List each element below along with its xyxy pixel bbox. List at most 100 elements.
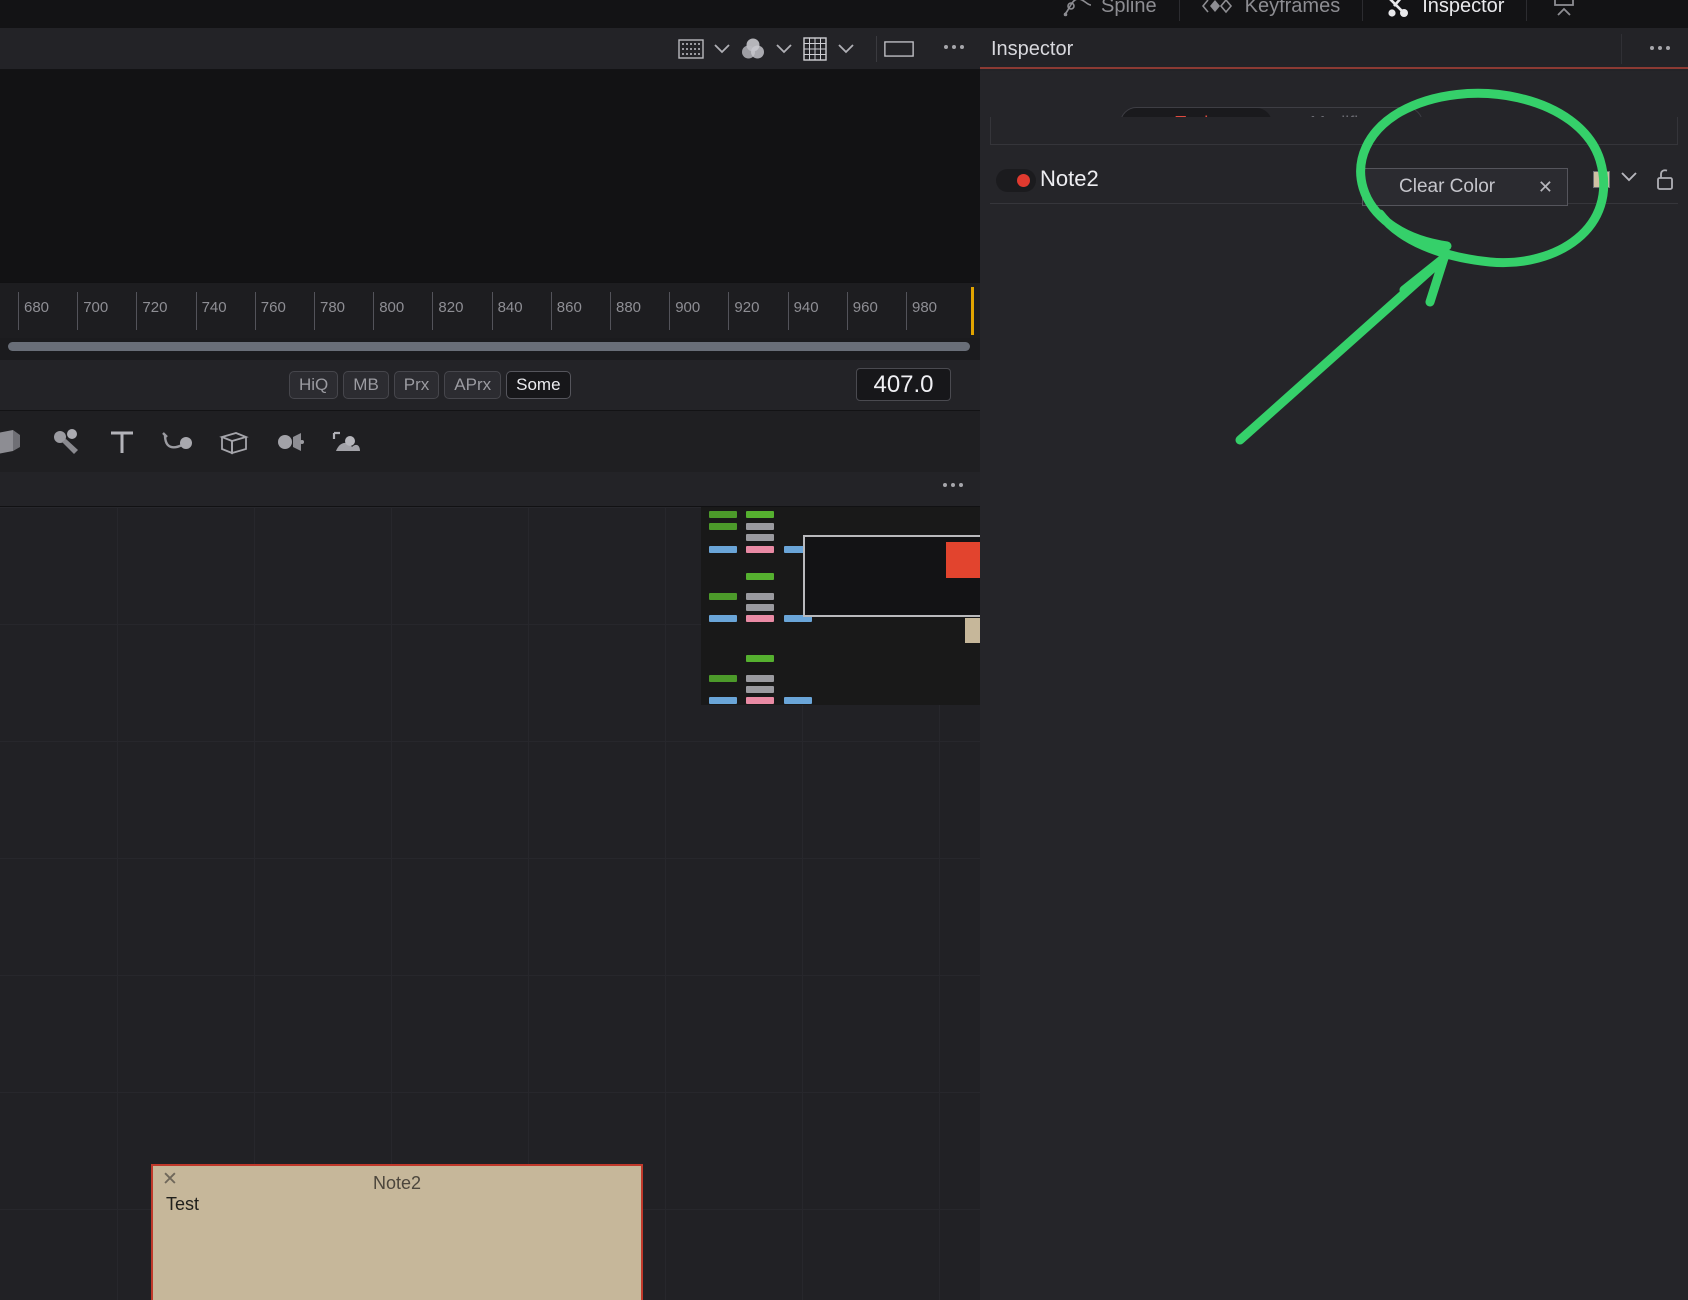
minimap-selection-marker — [946, 542, 980, 578]
ruler-tick-label: 980 — [912, 299, 938, 316]
playhead[interactable] — [971, 287, 974, 335]
nav-item-spline[interactable]: Spline — [1040, 0, 1179, 28]
transform-3d-tool-icon[interactable] — [206, 419, 262, 465]
minimap-node — [709, 511, 737, 518]
keyframes-icon — [1201, 0, 1236, 16]
quality-button-aprx[interactable]: APrx — [444, 371, 502, 399]
page-nav-bar: Spline Keyframes Inspector — [0, 0, 1688, 28]
timeline-scrollbar-thumb[interactable] — [8, 342, 970, 351]
quality-button-hiq[interactable]: HiQ — [289, 371, 339, 399]
chevron-down-icon[interactable] — [712, 36, 732, 62]
minimap-node — [746, 615, 774, 622]
ruler-tick-label: 880 — [616, 299, 642, 316]
graph-gridline — [117, 507, 118, 1300]
ruler-tick — [77, 292, 79, 330]
sticky-note-node[interactable]: ✕ Note2 Test — [151, 1164, 643, 1300]
page-nav-items: Spline Keyframes Inspector — [1040, 0, 1601, 28]
minimap-node — [746, 523, 774, 530]
background-tool-icon[interactable] — [0, 419, 38, 465]
ruler-tick-label: 780 — [320, 299, 346, 316]
minimap-node — [746, 686, 774, 693]
ruler-tick-label: 920 — [734, 299, 760, 316]
node-graph-canvas[interactable]: ✕ Note2 Test — [0, 507, 980, 1300]
ruler-tick — [846, 292, 848, 330]
inspector-body: Tools Modifiers Note2 — [980, 71, 1688, 1300]
panel-collapse-icon — [1549, 0, 1579, 18]
minimap-node — [746, 511, 774, 518]
current-frame-field[interactable]: 407.0 — [856, 368, 951, 401]
sticky-note-body[interactable]: Test — [166, 1194, 633, 1215]
grid-icon[interactable] — [800, 36, 830, 62]
clear-color-tooltip[interactable]: Clear Color ✕ — [1362, 168, 1568, 206]
minimap-node — [746, 546, 774, 553]
ruler-tick — [195, 292, 197, 330]
more-options-icon[interactable] — [1650, 46, 1670, 50]
quality-button-some[interactable]: Some — [506, 371, 571, 399]
paint-tool-icon[interactable] — [38, 419, 94, 465]
spline-icon — [1062, 0, 1092, 17]
ruler-tick-label: 940 — [793, 299, 819, 316]
fusion-page: Spline Keyframes Inspector 680 700 720 7… — [0, 0, 1688, 1300]
minimap-node — [746, 534, 774, 541]
nav-item-inspector-label: Inspector — [1422, 0, 1505, 17]
ruler-tick — [491, 292, 493, 330]
graph-gridline — [0, 858, 980, 859]
more-options-icon[interactable] — [944, 45, 964, 49]
color-wheel-icon[interactable] — [738, 36, 768, 62]
text-tool-icon[interactable] — [94, 419, 150, 465]
tool-header-row: Note2 — [980, 159, 1688, 204]
timeline-scrollbar-track[interactable] — [0, 338, 980, 360]
tool-control-region[interactable] — [990, 117, 1678, 145]
minimap-node — [709, 675, 737, 682]
close-icon[interactable]: ✕ — [1538, 177, 1553, 198]
ruler-tick — [373, 292, 375, 330]
quality-button-mb[interactable]: MB — [343, 371, 389, 399]
ruler-tick-label: 860 — [556, 299, 582, 316]
graph-gridline — [0, 975, 980, 976]
ruler-tick — [254, 292, 256, 330]
inspector-panel: Inspector Tools Modifiers Note2 — [980, 28, 1688, 1300]
tool-enable-toggle[interactable] — [996, 169, 1036, 192]
chevron-down-icon[interactable] — [836, 36, 856, 62]
minimap-node — [746, 675, 774, 682]
camera-tool-icon[interactable] — [262, 419, 318, 465]
chevron-down-icon[interactable] — [774, 36, 794, 62]
chevron-down-icon[interactable] — [1620, 170, 1638, 188]
ruler-tick-label: 680 — [24, 299, 50, 316]
minimap-node — [746, 593, 774, 600]
nav-item-keyframes[interactable]: Keyframes — [1180, 0, 1363, 28]
ruler-tick-label: 900 — [675, 299, 701, 316]
minimap-node — [746, 573, 774, 580]
ruler-tick-label: 700 — [83, 299, 109, 316]
minimap-node — [709, 546, 737, 553]
tool-color-swatch[interactable] — [1593, 171, 1610, 188]
ruler-tick-label: 800 — [379, 299, 405, 316]
minimap-node — [746, 655, 774, 662]
tracker-tool-icon[interactable] — [150, 419, 206, 465]
clear-color-label: Clear Color — [1399, 176, 1496, 197]
inspector-title: Inspector — [991, 38, 1074, 60]
nav-item-spline-label: Spline — [1101, 0, 1157, 17]
nav-item-inspector[interactable]: Inspector — [1363, 0, 1526, 28]
node-graph-minimap[interactable] — [701, 507, 980, 705]
subview-icon[interactable] — [676, 36, 706, 62]
frame-guide-icon[interactable] — [884, 36, 914, 62]
ruler-tick — [669, 292, 671, 330]
lock-open-icon[interactable] — [1654, 167, 1676, 191]
quality-button-prx[interactable]: Prx — [393, 371, 440, 399]
more-options-icon[interactable] — [943, 483, 963, 487]
panel-collapse-button[interactable] — [1527, 0, 1601, 28]
ruler-tick — [728, 292, 730, 330]
minimap-node — [784, 697, 812, 704]
sticky-note-title: Note2 — [372, 1173, 422, 1193]
minimap-node — [709, 593, 737, 600]
minimap-node — [709, 697, 737, 704]
ruler-tick-label: 820 — [438, 299, 464, 316]
viewer-canvas[interactable] — [0, 70, 980, 282]
renderer-tool-icon[interactable] — [318, 419, 374, 465]
quality-toggle-group: HiQ MB Prx APrx Some — [289, 371, 571, 399]
time-ruler[interactable]: 680 700 720 740 760 780 800 820 840 860 880 900 920 9… — [0, 282, 980, 338]
tool-name-label: Note2 — [1040, 166, 1099, 191]
ruler-tick — [314, 292, 315, 330]
ruler-tick-label: 740 — [201, 299, 227, 316]
